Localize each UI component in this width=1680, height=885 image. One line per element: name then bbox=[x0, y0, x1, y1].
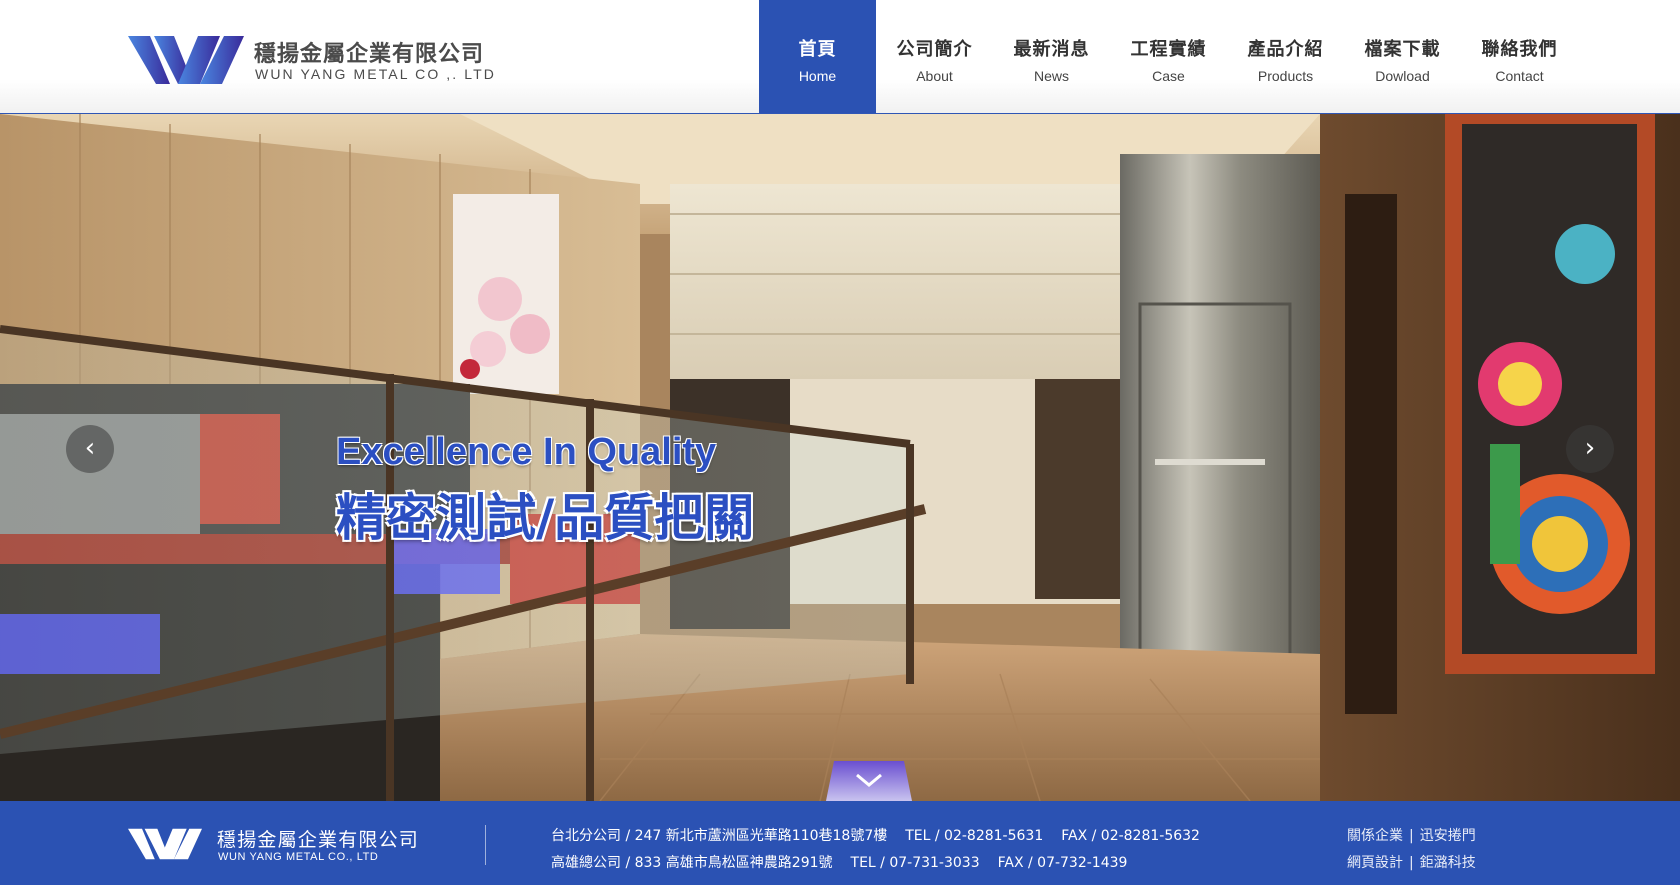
brand-name-en: WUN YANG METAL CO ,. LTD bbox=[255, 66, 496, 82]
nav-label-zh: 檔案下載 bbox=[1364, 39, 1441, 60]
nav-contact[interactable]: 聯絡我們 Contact bbox=[1461, 0, 1578, 113]
footer-links-row-1: 關係企業 | 迅安捲門 bbox=[1347, 825, 1476, 845]
slider-next-button[interactable]: › bbox=[1566, 425, 1614, 473]
footer-link-web-design[interactable]: 網頁設計 bbox=[1347, 855, 1403, 871]
nav-home[interactable]: 首頁 Home bbox=[759, 0, 876, 113]
slide-title-en: Excellence In Quality bbox=[336, 431, 717, 473]
nav-case[interactable]: 工程實績 Case bbox=[1110, 0, 1227, 113]
footer-logo-mark-icon bbox=[128, 828, 202, 860]
footer-link-affiliates[interactable]: 關係企業 bbox=[1347, 828, 1403, 844]
nav-label-zh: 公司簡介 bbox=[896, 39, 973, 60]
nav-label-en: Home bbox=[798, 68, 837, 84]
scroll-down-button[interactable] bbox=[826, 761, 912, 801]
link-separator: | bbox=[1409, 855, 1414, 871]
site-footer: 穩揚金屬企業有限公司 WUN YANG METAL CO., LTD 台北分公司… bbox=[0, 801, 1680, 885]
footer-logo[interactable]: 穩揚金屬企業有限公司 WUN YANG METAL CO., LTD bbox=[128, 825, 458, 865]
nav-label-zh: 工程實績 bbox=[1130, 39, 1207, 60]
nav-label-en: Case bbox=[1152, 68, 1185, 84]
link-separator: | bbox=[1409, 828, 1414, 844]
site-header: 穩揚金屬企業有限公司 WUN YANG METAL CO ,. LTD 首頁 H… bbox=[0, 0, 1680, 114]
site-logo[interactable]: 穩揚金屬企業有限公司 WUN YANG METAL CO ,. LTD bbox=[128, 34, 518, 86]
footer-brand-name-zh: 穩揚金屬企業有限公司 bbox=[217, 829, 420, 851]
kaohsiung-fax: FAX / 07-732-1439 bbox=[997, 855, 1128, 871]
nav-label-zh: 首頁 bbox=[798, 39, 837, 60]
nav-label-en: Dowload bbox=[1375, 68, 1430, 84]
logo-mark-icon bbox=[128, 36, 244, 84]
footer-link-xunan[interactable]: 迅安捲門 bbox=[1420, 828, 1476, 844]
main-nav: 首頁 Home 公司簡介 About 最新消息 News 工程實績 Case 產… bbox=[759, 0, 1578, 113]
nav-label-en: News bbox=[1033, 68, 1069, 84]
slider-prev-button[interactable]: ‹ bbox=[66, 425, 114, 473]
footer-brand-name-en: WUN YANG METAL CO., LTD bbox=[218, 851, 379, 863]
taipei-tel: TEL / 02-8281-5631 bbox=[905, 828, 1044, 844]
nav-products[interactable]: 產品介紹 Products bbox=[1227, 0, 1344, 113]
nav-about[interactable]: 公司簡介 About bbox=[876, 0, 993, 113]
kaohsiung-tel: TEL / 07-731-3033 bbox=[850, 855, 980, 871]
hero-slider: Excellence In Quality 精密測試/品質把關 ‹ › bbox=[0, 114, 1680, 801]
nav-label-zh: 產品介紹 bbox=[1247, 39, 1324, 60]
nav-label-zh: 最新消息 bbox=[1013, 39, 1090, 60]
nav-label-en: Products bbox=[1257, 68, 1314, 84]
nav-news[interactable]: 最新消息 News bbox=[993, 0, 1110, 113]
footer-kaohsiung-info: 高雄總公司 / 833 高雄市鳥松區神農路291號 TEL / 07-731-30… bbox=[551, 852, 1127, 872]
hero-photo bbox=[0, 114, 1680, 801]
footer-taipei-info: 台北分公司 / 247 新北市蘆洲區光華路110巷18號7樓 TEL / 02-8… bbox=[551, 825, 1200, 845]
footer-divider bbox=[485, 825, 486, 865]
taipei-fax: FAX / 02-8281-5632 bbox=[1061, 828, 1200, 844]
nav-label-en: About bbox=[916, 68, 953, 84]
footer-link-designer[interactable]: 鉅潞科技 bbox=[1420, 855, 1476, 871]
nav-label-zh: 聯絡我們 bbox=[1481, 39, 1558, 60]
kaohsiung-address: 高雄總公司 / 833 高雄市鳥松區神農路291號 bbox=[551, 855, 833, 871]
chevron-left-icon: ‹ bbox=[84, 433, 96, 463]
scroll-tab-shape bbox=[826, 761, 912, 801]
brand-name-zh: 穩揚金屬企業有限公司 bbox=[254, 42, 485, 67]
nav-download[interactable]: 檔案下載 Dowload bbox=[1344, 0, 1461, 113]
chevron-right-icon: › bbox=[1584, 433, 1596, 463]
nav-label-en: Contact bbox=[1495, 68, 1544, 84]
taipei-address: 台北分公司 / 247 新北市蘆洲區光華路110巷18號7樓 bbox=[551, 828, 888, 844]
footer-links-row-2: 網頁設計 | 鉅潞科技 bbox=[1347, 852, 1476, 872]
slide-title-zh: 精密測試/品質把關 bbox=[336, 489, 755, 547]
